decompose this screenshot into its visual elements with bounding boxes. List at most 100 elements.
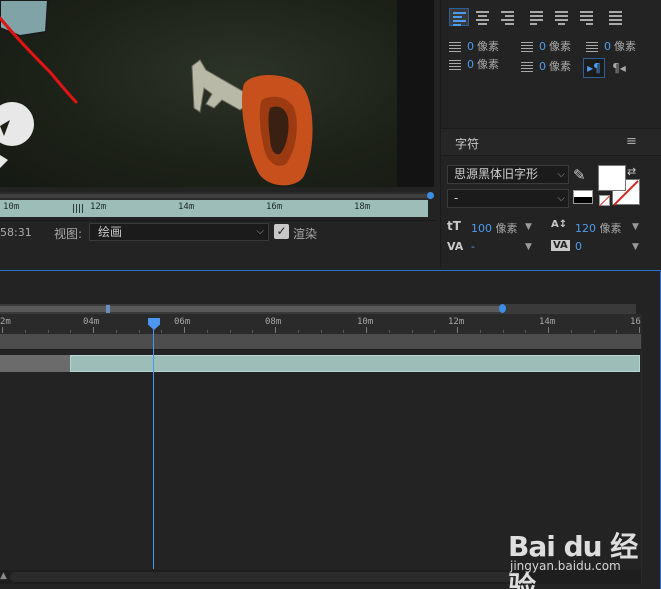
timeline-minor-tick [411, 330, 413, 333]
timeline-minor-tick [229, 330, 231, 333]
font-style-value: - [454, 191, 459, 205]
justify-right-icon [580, 11, 593, 27]
timeline-minor-tick [502, 330, 504, 333]
ltr-direction-button[interactable]: ▸¶ [583, 58, 605, 78]
chevron-down-icon[interactable]: ▼ [525, 222, 532, 232]
timeline-minor-tick [138, 330, 140, 333]
timeline-major-tick [548, 327, 549, 333]
chevron-down-icon[interactable]: ▼ [525, 242, 532, 252]
indent-left-unit: 像素 [477, 40, 499, 53]
timeline-major-tick [639, 327, 640, 333]
timeline-ruler-label: 10m [357, 317, 374, 327]
timeline-ruler-label: 2m [0, 317, 11, 327]
indent-right-field[interactable]: 0 像素 [449, 56, 499, 72]
rtl-direction-button[interactable]: ¶◂ [608, 58, 630, 78]
timeline-major-tick [457, 327, 458, 333]
composition-viewer[interactable] [0, 0, 397, 187]
timeline-minor-tick [434, 330, 436, 333]
viewer-artwork [0, 0, 313, 186]
indent-first-line-icon [521, 42, 533, 52]
viewer-ruler-label: 12m [90, 202, 107, 212]
chevron-down-icon[interactable]: ▼ [632, 242, 639, 252]
view-select-value: 绘画 [98, 225, 123, 239]
viewer-pasteboard [397, 0, 434, 187]
indent-left-field[interactable]: 0 像素 [449, 38, 499, 54]
align-right-button[interactable] [498, 8, 518, 26]
work-area-start-handle[interactable] [106, 305, 110, 313]
leading-value[interactable]: 120 [575, 222, 596, 235]
render-checkbox[interactable]: ✓ [274, 224, 289, 239]
timeline-minor-tick [479, 330, 481, 333]
timeline-major-tick [275, 327, 276, 333]
align-left-button[interactable] [449, 8, 469, 26]
kerning-value[interactable]: - [471, 240, 475, 253]
viewer-ruler-label: 14m [178, 202, 195, 212]
timeline-major-tick [366, 327, 367, 333]
view-select[interactable]: 绘画 ⌵ [89, 223, 269, 241]
timeline-ruler-label: 16 [630, 317, 641, 327]
view-label: 视图: [54, 227, 83, 241]
viewer-work-area-end-handle[interactable] [427, 192, 434, 199]
viewer-time-ruler[interactable]: 10m 12m 14m 16m 18m [0, 200, 428, 217]
panel-menu-icon[interactable]: ≡ [626, 134, 637, 149]
viewer-work-area[interactable] [0, 192, 434, 200]
justify-last-center-button[interactable] [552, 8, 572, 26]
align-center-button[interactable] [473, 8, 493, 26]
timeline-ruler-label: 06m [174, 317, 191, 327]
work-area-bar[interactable] [0, 306, 502, 312]
viewer-timecode[interactable]: 58:31 [0, 226, 32, 239]
character-panel-title: 字符 [455, 137, 480, 151]
swap-colors-icon[interactable]: ⇄ [627, 165, 636, 178]
justify-last-left-button[interactable] [527, 8, 547, 26]
timeline-minor-tick [593, 330, 595, 333]
tracking-value[interactable]: 0 [575, 240, 582, 253]
eyedropper-icon[interactable]: ✎ [573, 166, 586, 184]
justify-all-button[interactable] [606, 8, 626, 26]
space-after-value[interactable]: 0 [539, 60, 546, 73]
black-white-swatch[interactable] [573, 190, 593, 204]
indent-right-unit: 像素 [477, 58, 499, 71]
chevron-down-icon[interactable]: ▼ [632, 222, 639, 232]
font-style-select[interactable]: - ⌵ [447, 189, 569, 208]
fill-color-swatch[interactable] [598, 165, 626, 191]
justify-left-icon [530, 11, 543, 27]
font-size-field[interactable]: 100 像素 [471, 220, 518, 236]
kerning-field[interactable]: - [471, 240, 475, 253]
layer-bar[interactable] [70, 355, 640, 372]
justify-last-right-button[interactable] [577, 8, 597, 26]
timeline-scroll-thumb[interactable] [10, 572, 520, 582]
no-stroke-swatch[interactable] [599, 195, 610, 206]
indent-right-value[interactable]: 0 [467, 58, 474, 71]
font-family-value: 思源黑体旧字形 [454, 167, 539, 181]
leading-field[interactable]: 120 像素 [575, 220, 622, 236]
space-before-field[interactable]: 0 像素 [586, 38, 636, 54]
baidu-watermark: Bai du 经验 jingyan.baidu.com [500, 515, 650, 589]
space-before-value[interactable]: 0 [604, 40, 611, 53]
zoom-out-icon[interactable]: ▲ [0, 571, 7, 581]
indent-left-value[interactable]: 0 [467, 40, 474, 53]
space-after-field[interactable]: 0 像素 [521, 58, 571, 74]
timeline-major-tick [2, 327, 3, 333]
composition-duration-bar[interactable] [0, 334, 642, 350]
tracking-icon: VA [551, 240, 570, 251]
timeline-ruler-label: 14m [539, 317, 556, 327]
tracking-field[interactable]: 0 [575, 240, 582, 253]
timeline-minor-tick [115, 330, 117, 333]
timeline-ruler-label: 04m [83, 317, 100, 327]
justify-all-icon [609, 11, 622, 27]
timeline-minor-tick [252, 330, 254, 333]
work-area-end-handle[interactable] [499, 304, 506, 313]
align-left-icon [453, 12, 466, 28]
viewer-current-time-marker [73, 204, 83, 213]
indent-first-field[interactable]: 0 像素 [521, 38, 571, 54]
font-size-value[interactable]: 100 [471, 222, 492, 235]
font-family-select[interactable]: 思源黑体旧字形 ⌵ [447, 165, 569, 184]
indent-right-icon [449, 60, 461, 70]
timeline-minor-tick [161, 330, 163, 333]
space-before-icon [586, 42, 598, 52]
teal-shape [0, 0, 50, 38]
timeline-minor-tick [525, 330, 527, 333]
layer-bar-inactive[interactable] [0, 355, 70, 372]
timeline-major-tick [184, 327, 185, 333]
indent-first-value[interactable]: 0 [539, 40, 546, 53]
